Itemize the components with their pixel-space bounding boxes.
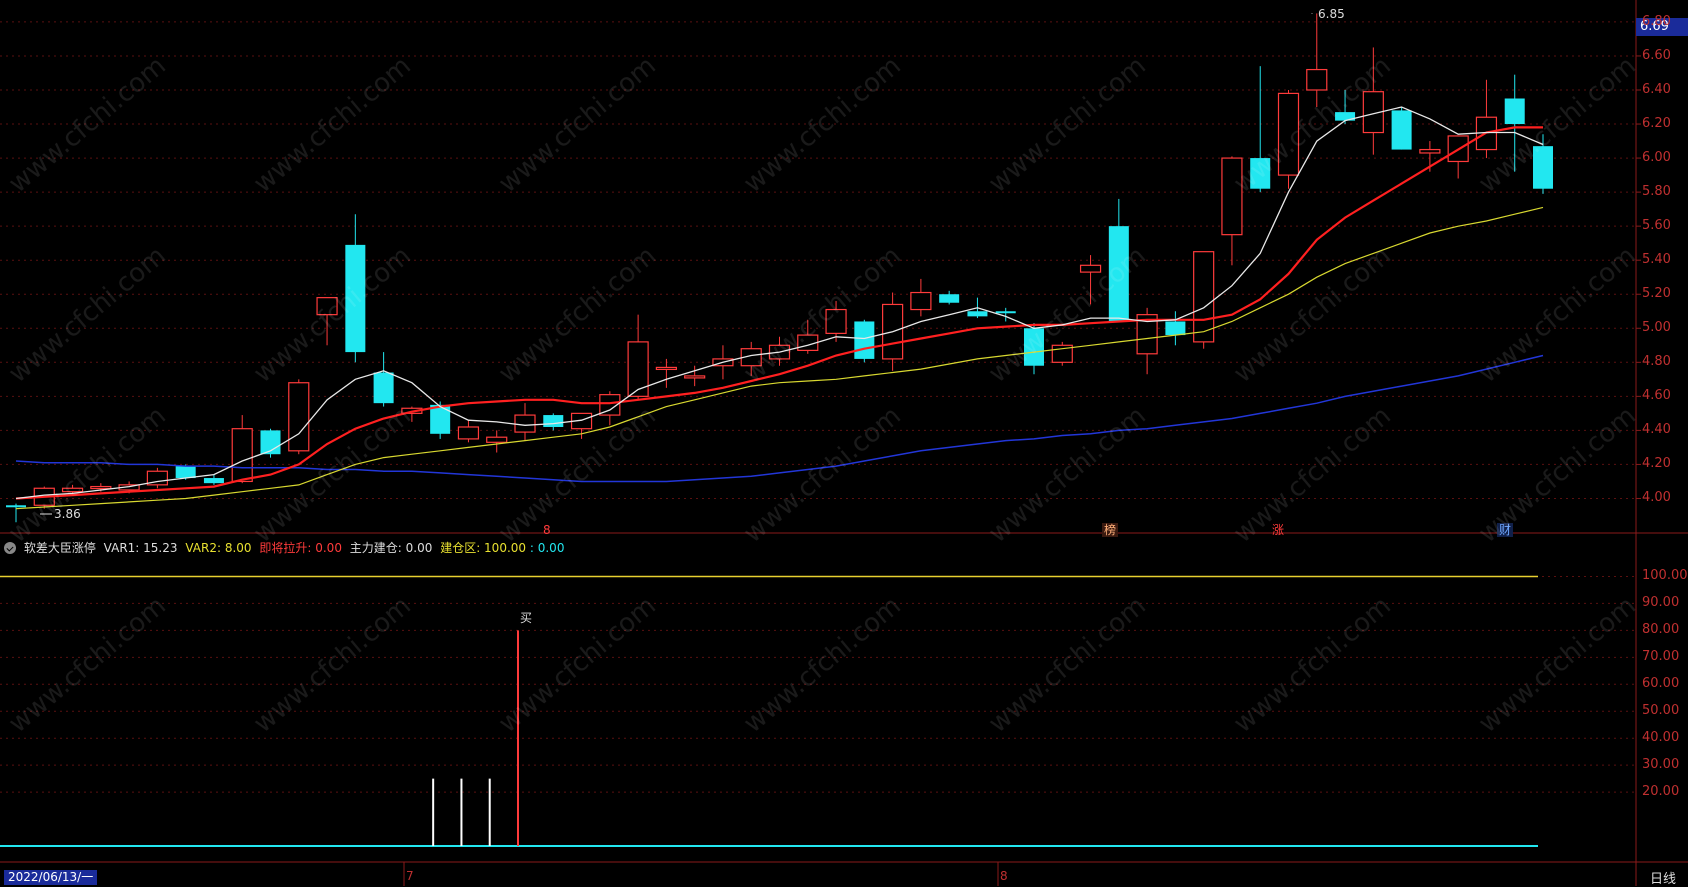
price-axis-label: 4.80: [1642, 354, 1671, 370]
candle-body-up: [457, 426, 480, 440]
month-label-7: 7: [406, 869, 414, 883]
event-marker-3[interactable]: 涨: [1270, 523, 1286, 537]
price-axis-label: 4.40: [1642, 422, 1671, 438]
event-marker-1[interactable]: 8: [541, 523, 553, 537]
candle-body-up: [627, 341, 649, 397]
indicator-header: 软差大臣涨停 VAR1: 15.23 VAR2: 8.00 即将拉升: 0.00…: [4, 539, 568, 557]
candle-body-up: [61, 487, 84, 493]
price-axis-label: 6.00: [1642, 150, 1671, 166]
candle-body-up: [1079, 264, 1102, 273]
indicator-zone-value: : 0.00: [529, 541, 565, 555]
price-axis-label: 6.80: [1642, 13, 1671, 29]
candle-body-up: [684, 375, 706, 379]
event-marker-4[interactable]: 财: [1497, 523, 1514, 537]
candle-body-up: [655, 366, 677, 371]
indicator-axis-label: 40.00: [1642, 730, 1680, 746]
price-axis-label: 5.60: [1642, 218, 1671, 234]
month-label-8: 8: [1000, 869, 1008, 883]
price-axis-label: 5.20: [1642, 286, 1671, 302]
price-axis-label: 5.80: [1642, 184, 1671, 200]
candle-body-up: [486, 436, 508, 443]
chart-stage[interactable]: [0, 0, 1688, 886]
indicator-axis-label: 90.00: [1642, 595, 1680, 611]
period-selector[interactable]: 日线: [1650, 868, 1676, 887]
candle-body-down: [345, 244, 366, 353]
candle-body-down: [967, 311, 988, 317]
price-axis-label: 5.00: [1642, 320, 1671, 336]
event-marker-2[interactable]: 榜: [1102, 523, 1119, 537]
price-axis-label: 5.40: [1642, 252, 1671, 268]
price-axis-label: 6.20: [1642, 116, 1671, 132]
candle-body-up: [1419, 148, 1441, 154]
indicator-axis-label: 20.00: [1642, 784, 1680, 800]
indicator-settings-icon[interactable]: [4, 542, 16, 554]
candle-body-down: [1024, 328, 1044, 366]
candlestick-chart-svg[interactable]: [0, 0, 1688, 886]
candle-body-down: [543, 415, 564, 427]
indicator-axis-label: 60.00: [1642, 676, 1680, 692]
price-axis-label: 4.20: [1642, 456, 1671, 472]
high-price-label: 6.85: [1318, 7, 1345, 21]
candle-body-down: [854, 321, 875, 359]
candle-body-up: [90, 485, 112, 490]
indicator-name[interactable]: 软差大臣涨停: [24, 541, 96, 555]
candle-body-up: [825, 308, 847, 334]
candle-body-up: [514, 414, 536, 433]
indicator-axis-label: 80.00: [1642, 622, 1680, 638]
candle-body-down: [1504, 98, 1525, 125]
indicator-axis-label: 50.00: [1642, 703, 1680, 719]
price-axis-label: 6.60: [1642, 47, 1671, 63]
candle-body-up: [1193, 251, 1215, 343]
indicator-axis-label: 30.00: [1642, 757, 1680, 773]
candle-body-up: [231, 428, 253, 483]
candle-body-up: [910, 291, 932, 311]
price-axis-label: 4.00: [1642, 490, 1671, 506]
candle-body-down: [1391, 110, 1412, 150]
candle-body-up: [1277, 92, 1300, 176]
indicator-axis-label: 70.00: [1642, 649, 1680, 665]
indicator-axis-label: 100.00: [1642, 568, 1688, 584]
candle-body-down: [1250, 158, 1271, 189]
candle-body-down: [995, 311, 1016, 314]
candle-body-up: [288, 382, 310, 452]
candle-body-up: [316, 297, 338, 316]
candle-body-down: [430, 404, 451, 434]
candle-body-down: [1533, 146, 1553, 189]
price-axis-label: 4.60: [1642, 388, 1671, 404]
candle-body-up: [1221, 157, 1243, 236]
candle-body-down: [1165, 321, 1186, 336]
candle-body-down: [6, 505, 26, 508]
indicator-zone-label: 建仓区: 100.00: [440, 541, 527, 555]
candle-body-down: [939, 294, 960, 303]
low-price-label: 3.86: [54, 507, 81, 521]
candle-body-up: [1306, 68, 1328, 91]
buy-signal-label: 买: [520, 611, 533, 625]
cursor-date-label: 2022/06/13/一: [4, 870, 98, 885]
indicator-lift: 即将拉升: 0.00: [259, 541, 342, 555]
indicator-build: 主力建仓: 0.00: [349, 541, 433, 555]
candle-body-down: [175, 466, 196, 479]
indicator-var1: VAR1: 15.23: [103, 541, 178, 555]
candle-body-down: [1108, 226, 1129, 322]
indicator-var2: VAR2: 8.00: [185, 541, 252, 555]
candle-body-down: [373, 372, 394, 404]
price-axis-label: 6.40: [1642, 81, 1671, 97]
candle-body-down: [203, 478, 224, 484]
